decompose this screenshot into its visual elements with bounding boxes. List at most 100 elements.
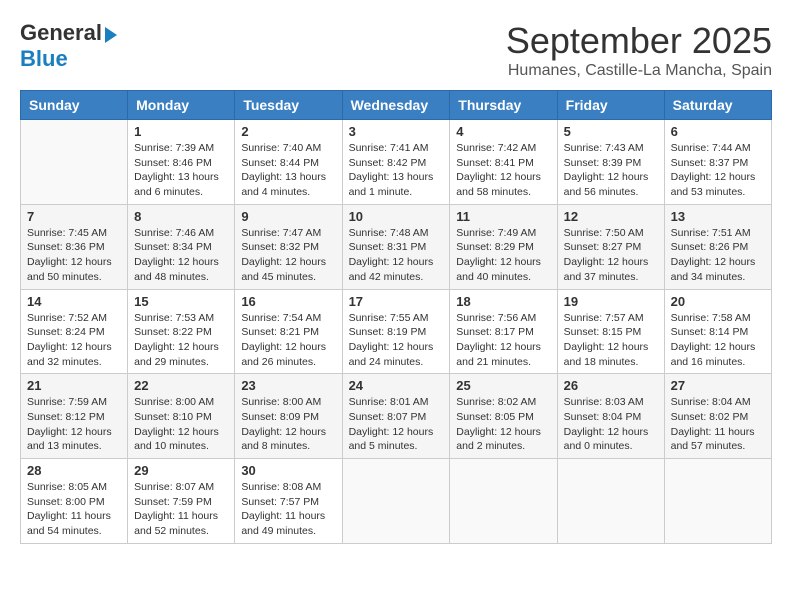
day-info: Sunrise: 7:45 AM Sunset: 8:36 PM Dayligh… [27, 226, 121, 285]
day-number: 30 [241, 463, 335, 478]
day-number: 17 [349, 294, 444, 309]
calendar-cell: 8Sunrise: 7:46 AM Sunset: 8:34 PM Daylig… [128, 204, 235, 289]
day-number: 11 [456, 209, 550, 224]
weekday-header-row: SundayMondayTuesdayWednesdayThursdayFrid… [21, 91, 772, 120]
calendar-cell: 14 Sunrise: 7:52 AM Sunset: 8:24 PM Dayli… [21, 289, 128, 374]
calendar-cell: 30 Sunrise: 8:08 AM Sunset: 7:57 PM Dayli… [235, 459, 342, 544]
calendar-week-row: 7 Sunrise: 7:45 AM Sunset: 8:36 PM Daylig… [21, 204, 772, 289]
day-info: Sunrise: 8:05 AM Sunset: 8:00 PM Dayligh… [27, 480, 121, 539]
calendar-cell: 6 Sunrise: 7:44 AM Sunset: 8:37 PM Daylig… [664, 120, 771, 205]
day-number: 20 [671, 294, 765, 309]
day-info: Sunrise: 8:00 AM Sunset: 8:09 PM Dayligh… [241, 395, 335, 454]
day-info: Sunrise: 8:07 AM Sunset: 7:59 PM Dayligh… [134, 480, 228, 539]
calendar-cell: 26Sunrise: 8:03 AM Sunset: 8:04 PM Dayli… [557, 374, 664, 459]
day-info: Sunrise: 7:59 AM Sunset: 8:12 PM Dayligh… [27, 395, 121, 454]
day-number: 8 [134, 209, 228, 224]
day-number: 16 [241, 294, 335, 309]
calendar-table: SundayMondayTuesdayWednesdayThursdayFrid… [20, 90, 772, 544]
weekday-header-friday: Friday [557, 91, 664, 120]
day-info: Sunrise: 7:50 AM Sunset: 8:27 PM Dayligh… [564, 226, 658, 285]
calendar-cell: 24Sunrise: 8:01 AM Sunset: 8:07 PM Dayli… [342, 374, 450, 459]
page-header: General Blue September 2025 Humanes, Cas… [20, 20, 772, 80]
day-info: Sunrise: 7:40 AM Sunset: 8:44 PM Dayligh… [241, 141, 335, 200]
calendar-cell: 29 Sunrise: 8:07 AM Sunset: 7:59 PM Dayli… [128, 459, 235, 544]
day-number: 7 [27, 209, 121, 224]
day-info: Sunrise: 7:56 AM Sunset: 8:17 PM Dayligh… [456, 311, 550, 370]
day-info: Sunrise: 7:39 AM Sunset: 8:46 PM Dayligh… [134, 141, 228, 200]
calendar-cell: 20 Sunrise: 7:58 AM Sunset: 8:14 PM Dayli… [664, 289, 771, 374]
title-section: September 2025 Humanes, Castille-La Manc… [506, 20, 772, 80]
day-info: Sunrise: 7:55 AM Sunset: 8:19 PM Dayligh… [349, 311, 444, 370]
calendar-cell: 4Sunrise: 7:42 AM Sunset: 8:41 PM Daylig… [450, 120, 557, 205]
calendar-cell [664, 459, 771, 544]
day-number: 29 [134, 463, 228, 478]
calendar-cell: 10 Sunrise: 7:48 AM Sunset: 8:31 PM Dayli… [342, 204, 450, 289]
calendar-cell: 19Sunrise: 7:57 AM Sunset: 8:15 PM Dayli… [557, 289, 664, 374]
day-info: Sunrise: 7:48 AM Sunset: 8:31 PM Dayligh… [349, 226, 444, 285]
calendar-cell: 22 Sunrise: 8:00 AM Sunset: 8:10 PM Dayli… [128, 374, 235, 459]
day-info: Sunrise: 8:00 AM Sunset: 8:10 PM Dayligh… [134, 395, 228, 454]
day-number: 21 [27, 378, 121, 393]
day-number: 26 [564, 378, 658, 393]
calendar-week-row: 14 Sunrise: 7:52 AM Sunset: 8:24 PM Dayli… [21, 289, 772, 374]
logo-text-general: General [20, 20, 102, 46]
day-info: Sunrise: 8:08 AM Sunset: 7:57 PM Dayligh… [241, 480, 335, 539]
day-number: 6 [671, 124, 765, 139]
day-info: Sunrise: 7:54 AM Sunset: 8:21 PM Dayligh… [241, 311, 335, 370]
day-info: Sunrise: 7:57 AM Sunset: 8:15 PM Dayligh… [564, 311, 658, 370]
day-number: 15 [134, 294, 228, 309]
calendar-cell: 27Sunrise: 8:04 AM Sunset: 8:02 PM Dayli… [664, 374, 771, 459]
calendar-cell: 23Sunrise: 8:00 AM Sunset: 8:09 PM Dayli… [235, 374, 342, 459]
day-info: Sunrise: 8:02 AM Sunset: 8:05 PM Dayligh… [456, 395, 550, 454]
calendar-cell: 13 Sunrise: 7:51 AM Sunset: 8:26 PM Dayli… [664, 204, 771, 289]
day-info: Sunrise: 7:47 AM Sunset: 8:32 PM Dayligh… [241, 226, 335, 285]
weekday-header-wednesday: Wednesday [342, 91, 450, 120]
calendar-cell: 12 Sunrise: 7:50 AM Sunset: 8:27 PM Dayli… [557, 204, 664, 289]
calendar-cell [557, 459, 664, 544]
calendar-cell: 18 Sunrise: 7:56 AM Sunset: 8:17 PM Dayli… [450, 289, 557, 374]
calendar-cell: 3Sunrise: 7:41 AM Sunset: 8:42 PM Daylig… [342, 120, 450, 205]
day-info: Sunrise: 7:51 AM Sunset: 8:26 PM Dayligh… [671, 226, 765, 285]
day-info: Sunrise: 7:41 AM Sunset: 8:42 PM Dayligh… [349, 141, 444, 200]
calendar-cell: 9 Sunrise: 7:47 AM Sunset: 8:32 PM Daylig… [235, 204, 342, 289]
day-number: 25 [456, 378, 550, 393]
day-number: 2 [241, 124, 335, 139]
day-number: 1 [134, 124, 228, 139]
calendar-cell: 21 Sunrise: 7:59 AM Sunset: 8:12 PM Dayli… [21, 374, 128, 459]
calendar-cell: 15 Sunrise: 7:53 AM Sunset: 8:22 PM Dayli… [128, 289, 235, 374]
day-number: 14 [27, 294, 121, 309]
weekday-header-monday: Monday [128, 91, 235, 120]
day-info: Sunrise: 8:04 AM Sunset: 8:02 PM Dayligh… [671, 395, 765, 454]
day-number: 13 [671, 209, 765, 224]
day-info: Sunrise: 7:53 AM Sunset: 8:22 PM Dayligh… [134, 311, 228, 370]
logo-text-blue: Blue [20, 46, 68, 71]
day-number: 5 [564, 124, 658, 139]
weekday-header-tuesday: Tuesday [235, 91, 342, 120]
logo-arrow-icon [105, 27, 117, 43]
day-number: 10 [349, 209, 444, 224]
calendar-cell: 28Sunrise: 8:05 AM Sunset: 8:00 PM Dayli… [21, 459, 128, 544]
day-info: Sunrise: 7:58 AM Sunset: 8:14 PM Dayligh… [671, 311, 765, 370]
day-info: Sunrise: 7:52 AM Sunset: 8:24 PM Dayligh… [27, 311, 121, 370]
day-info: Sunrise: 7:43 AM Sunset: 8:39 PM Dayligh… [564, 141, 658, 200]
day-number: 22 [134, 378, 228, 393]
day-number: 4 [456, 124, 550, 139]
logo: General Blue [20, 20, 117, 72]
weekday-header-thursday: Thursday [450, 91, 557, 120]
calendar-week-row: 21 Sunrise: 7:59 AM Sunset: 8:12 PM Dayli… [21, 374, 772, 459]
calendar-cell: 2 Sunrise: 7:40 AM Sunset: 8:44 PM Daylig… [235, 120, 342, 205]
calendar-cell: 5 Sunrise: 7:43 AM Sunset: 8:39 PM Daylig… [557, 120, 664, 205]
day-info: Sunrise: 7:44 AM Sunset: 8:37 PM Dayligh… [671, 141, 765, 200]
calendar-cell [342, 459, 450, 544]
calendar-subtitle: Humanes, Castille-La Mancha, Spain [506, 62, 772, 80]
day-number: 9 [241, 209, 335, 224]
calendar-cell: 1 Sunrise: 7:39 AM Sunset: 8:46 PM Daylig… [128, 120, 235, 205]
day-info: Sunrise: 8:01 AM Sunset: 8:07 PM Dayligh… [349, 395, 444, 454]
calendar-cell: 11 Sunrise: 7:49 AM Sunset: 8:29 PM Dayli… [450, 204, 557, 289]
day-number: 12 [564, 209, 658, 224]
calendar-cell: 25 Sunrise: 8:02 AM Sunset: 8:05 PM Dayli… [450, 374, 557, 459]
calendar-cell [450, 459, 557, 544]
weekday-header-sunday: Sunday [21, 91, 128, 120]
day-number: 18 [456, 294, 550, 309]
day-info: Sunrise: 7:49 AM Sunset: 8:29 PM Dayligh… [456, 226, 550, 285]
